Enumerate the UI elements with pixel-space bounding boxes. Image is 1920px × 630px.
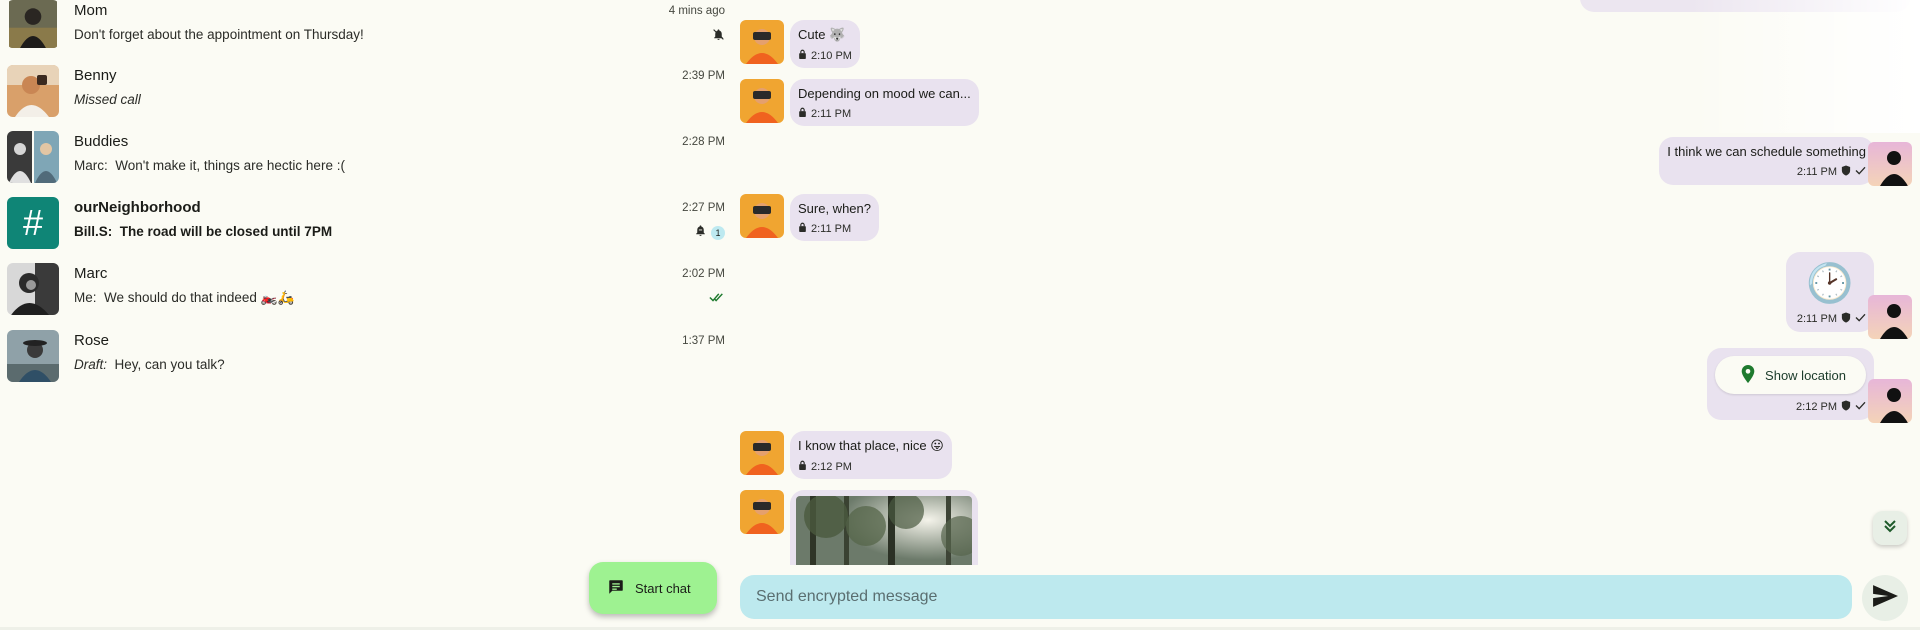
conversation-name: Benny [74, 67, 117, 84]
notification-bell-icon [694, 224, 707, 242]
lock-icon [798, 107, 807, 120]
clock-emoji: 🕑 [1806, 263, 1854, 305]
send-icon [1872, 584, 1898, 612]
lock-icon [798, 49, 807, 62]
lock-icon [798, 460, 807, 473]
conversation-name: ourNeighborhood [74, 199, 201, 216]
show-location-button[interactable]: Show location [1715, 356, 1866, 394]
send-button[interactable] [1862, 575, 1908, 621]
conversation-list: Mom Don't forget about the appointment o… [0, 0, 735, 630]
start-chat-label: Start chat [635, 580, 691, 596]
conversation-preview: Missed call [74, 92, 141, 107]
conversation-preview: Don't forget about the appointment on Th… [74, 27, 364, 42]
message-text: Depending on mood we can... [798, 86, 971, 101]
contact-avatar [740, 79, 784, 123]
shield-icon [1841, 165, 1851, 179]
message-text: I know that place, nice 😛 [798, 438, 944, 453]
own-avatar [1868, 379, 1912, 423]
conversation-row-ourneighborhood[interactable]: # ourNeighborhood Bill.S: The road will … [0, 197, 735, 263]
message-bubble[interactable]: Cute 🐺 2:10 PM [790, 20, 860, 68]
conversation-name: Buddies [74, 133, 129, 150]
scroll-to-bottom-button[interactable] [1873, 511, 1907, 545]
double-chevron-down-icon [1882, 518, 1898, 539]
conversation-preview: Me: We should do that indeed 🏍️🛵 [74, 290, 295, 305]
message-time: 2:10 PM [811, 49, 852, 62]
conversation-time: 2:02 PM [682, 268, 725, 280]
conversation-preview: Marc: Won't make it, things are hectic h… [74, 158, 345, 173]
shield-icon [1841, 400, 1851, 414]
conversation-row-marc[interactable]: Marc Me: We should do that indeed 🏍️🛵 2:… [0, 263, 735, 329]
unread-badge: 1 [711, 226, 725, 240]
chat-icon [607, 578, 625, 599]
lock-icon [798, 222, 807, 235]
conversation-name: Mom [74, 2, 108, 19]
own-avatar [1868, 142, 1912, 186]
avatar [7, 65, 59, 117]
message-time: 2:11 PM [811, 107, 852, 120]
message-time: 2:11 PM [1796, 166, 1837, 178]
avatar [7, 131, 59, 183]
conversation-time: 2:28 PM [682, 136, 725, 148]
message-text: Cute 🐺 [798, 27, 846, 42]
read-receipt-icon [709, 290, 725, 308]
message-time: 2:12 PM [1796, 401, 1837, 413]
hashtag-icon: # [22, 202, 44, 243]
message-bubble[interactable]: I know that place, nice 😛 2:12 PM [790, 431, 952, 479]
contact-avatar [740, 20, 784, 64]
conversation-name: Marc [74, 265, 108, 282]
conversation-preview: Bill.S: The road will be closed until 7P… [74, 224, 333, 239]
message-bubble[interactable]: Depending on mood we can... 2:11 PM [790, 79, 979, 126]
message-input[interactable] [740, 575, 1852, 619]
own-avatar [1868, 295, 1912, 339]
sent-check-icon [1855, 401, 1866, 413]
conversation-status: 1 [694, 225, 725, 241]
message-bubble[interactable]: Show location 2:12 PM [1707, 348, 1874, 420]
conversation-name: Rose [74, 332, 110, 349]
conversation-time: 2:39 PM [682, 70, 725, 82]
contact-avatar [740, 194, 784, 238]
conversation-row-buddies[interactable]: Buddies Marc: Won't make it, things are … [0, 131, 735, 197]
message-text: I think we can schedule something [1667, 144, 1866, 159]
conversation-time: 4 mins ago [668, 5, 725, 17]
conversation-row-benny[interactable]: Benny Missed call 2:39 PM [0, 65, 735, 131]
message-bubble[interactable]: 🕑 2:11 PM [1786, 252, 1874, 332]
image-fragment [1690, 0, 1920, 133]
group-avatar: # [7, 197, 59, 249]
conversation-status [712, 29, 725, 45]
start-chat-button[interactable]: Start chat [589, 562, 717, 614]
notifications-off-icon [712, 28, 725, 46]
message-text: Sure, when? [798, 201, 871, 216]
conversation-time: 2:27 PM [682, 202, 725, 214]
message-time: 2:11 PM [811, 222, 852, 235]
sent-check-icon [1855, 313, 1866, 325]
message-bubble[interactable]: Sure, when? 2:11 PM [790, 194, 879, 241]
conversation-status [709, 291, 725, 307]
sent-check-icon [1855, 166, 1866, 178]
shield-icon [1841, 312, 1851, 326]
show-location-label: Show location [1765, 367, 1846, 383]
conversation-row-rose[interactable]: Rose Draft: Hey, can you talk? 1:37 PM [0, 330, 735, 396]
conversation-time: 1:37 PM [682, 335, 725, 347]
message-list: Cute 🐺 2:10 PM Depending on mood we can.… [735, 0, 1920, 565]
conversation-preview: Draft: Hey, can you talk? [74, 357, 225, 372]
avatar [7, 330, 59, 382]
message-time: 2:12 PM [811, 460, 852, 473]
message-bubble[interactable] [790, 490, 978, 565]
message-time: 2:11 PM [1796, 313, 1837, 325]
forest-photo[interactable] [796, 496, 972, 565]
avatar [7, 263, 59, 315]
conversation-row-mom[interactable]: Mom Don't forget about the appointment o… [0, 0, 735, 66]
location-pin-icon [1741, 364, 1755, 386]
avatar [7, 0, 59, 48]
contact-avatar [740, 431, 784, 475]
message-bubble[interactable]: I think we can schedule something 2:11 P… [1659, 137, 1874, 185]
contact-avatar [740, 490, 784, 534]
